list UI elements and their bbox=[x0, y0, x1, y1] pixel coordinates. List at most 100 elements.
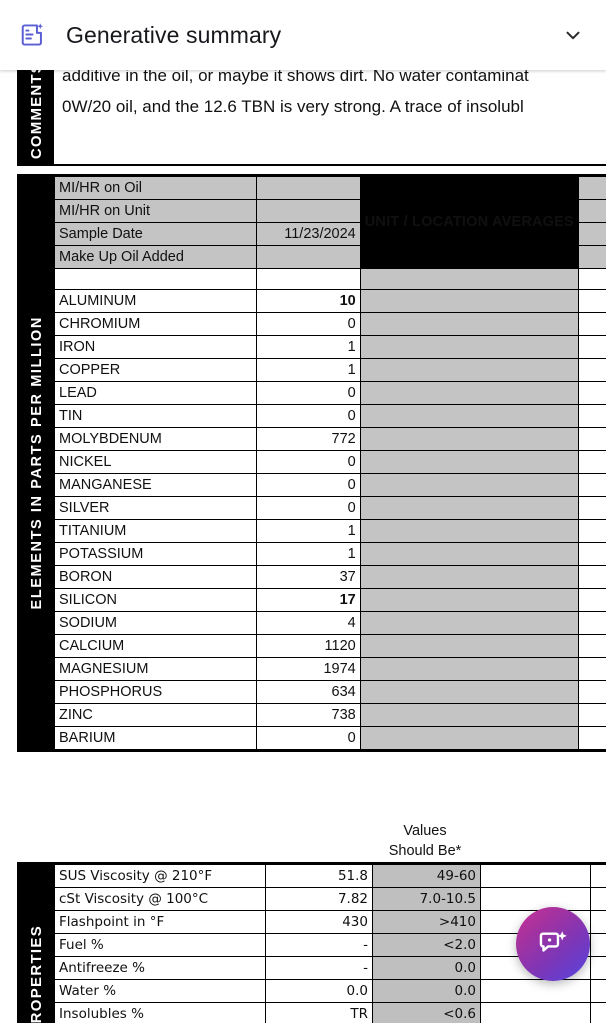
cell-extra-2 bbox=[590, 864, 606, 888]
cell-label: TIN bbox=[54, 404, 257, 428]
cell-value: 738 bbox=[255, 703, 361, 727]
cell-extra-1 bbox=[577, 335, 606, 359]
cell-value: 11/23/2024 bbox=[255, 222, 361, 246]
table-row[interactable]: COPPER 1 bbox=[54, 358, 606, 382]
table-row[interactable]: SILICON 17 bbox=[54, 588, 606, 612]
table-row[interactable]: MOLYBDENUM 772 bbox=[54, 427, 606, 451]
cell-unit-average bbox=[359, 519, 579, 543]
cell-value: 1 bbox=[255, 542, 361, 566]
cell-label: CALCIUM bbox=[54, 634, 257, 658]
generative-chat-fab[interactable] bbox=[516, 907, 590, 981]
comments-text: additive in the oil, or maybe it shows d… bbox=[54, 70, 606, 164]
table-row[interactable]: Water % 0.0 0.0 bbox=[54, 979, 606, 1003]
table-row[interactable]: SILVER 0 bbox=[54, 496, 606, 520]
cell-unit-average bbox=[359, 312, 579, 336]
app-root: Generative summary COMMENTS additive in … bbox=[0, 0, 606, 1023]
cell-label: MI/HR on Unit bbox=[54, 199, 257, 223]
cell-extra-1 bbox=[480, 979, 591, 1003]
cell-label: Antifreeze % bbox=[54, 956, 266, 980]
cell-extra-2 bbox=[590, 979, 606, 1003]
cell-label: CHROMIUM bbox=[54, 312, 257, 336]
cell-value: 51.8 bbox=[265, 864, 373, 888]
cell-extra-1 bbox=[577, 496, 606, 520]
cell-should-be: 0.0 bbox=[372, 956, 481, 980]
cell-value: 0.0 bbox=[265, 979, 373, 1003]
cell-value: 772 bbox=[255, 427, 361, 451]
cell-should-be: <0.6 bbox=[372, 1002, 481, 1023]
cell-extra-1 bbox=[577, 565, 606, 589]
table-row[interactable]: MANGANESE 0 bbox=[54, 473, 606, 497]
cell-label: LEAD bbox=[54, 381, 257, 405]
cell-extra-1 bbox=[577, 245, 606, 269]
cell-label: Make Up Oil Added bbox=[54, 245, 257, 269]
cell-value bbox=[255, 176, 361, 200]
table-row[interactable]: SUS Viscosity @ 210°F 51.8 49-60 bbox=[54, 864, 606, 888]
table-row[interactable]: SODIUM 4 bbox=[54, 611, 606, 635]
table-row[interactable]: CHROMIUM 0 bbox=[54, 312, 606, 336]
cell-value: 7.82 bbox=[265, 887, 373, 911]
table-row[interactable]: LEAD 0 bbox=[54, 381, 606, 405]
table-row[interactable]: BARIUM 0 bbox=[54, 726, 606, 750]
cell-unit-average bbox=[359, 611, 579, 635]
elements-table: MI/HR on Oil UNIT / LOCATION AVERAGES MI… bbox=[54, 176, 606, 750]
chevron-down-icon[interactable] bbox=[558, 20, 588, 50]
cell-label: BARIUM bbox=[54, 726, 257, 750]
table-row[interactable]: BORON 37 bbox=[54, 565, 606, 589]
table-row[interactable]: TIN 0 bbox=[54, 404, 606, 428]
cell-unit-average bbox=[359, 657, 579, 681]
cell-label: SUS Viscosity @ 210°F bbox=[54, 864, 266, 888]
cell-extra-1 bbox=[480, 864, 591, 888]
cell-extra-1 bbox=[577, 657, 606, 681]
cell-value: 634 bbox=[255, 680, 361, 704]
table-row[interactable]: ZINC 738 bbox=[54, 703, 606, 727]
generative-summary-header[interactable]: Generative summary bbox=[0, 0, 606, 70]
chat-sparkle-icon bbox=[539, 931, 567, 952]
values-should-be-header: Values Should Be* bbox=[370, 821, 480, 861]
cell-value: 4 bbox=[255, 611, 361, 635]
table-row[interactable]: cSt Viscosity @ 100°C 7.82 7.0-10.5 bbox=[54, 887, 606, 911]
cell-label: SILVER bbox=[54, 496, 257, 520]
table-row[interactable]: MI/HR on Oil UNIT / LOCATION AVERAGES bbox=[54, 176, 606, 269]
table-row[interactable]: ALUMINUM 10 bbox=[54, 289, 606, 313]
table-row[interactable]: TITANIUM 1 bbox=[54, 519, 606, 543]
comments-vertical-label-text: COMMENTS bbox=[28, 70, 45, 160]
properties-vertical-label: PROPERTIES bbox=[19, 864, 54, 1023]
cell-label: ZINC bbox=[54, 703, 257, 727]
cell-value: 1 bbox=[255, 358, 361, 382]
table-row[interactable]: PHOSPHORUS 634 bbox=[54, 680, 606, 704]
table-row[interactable]: POTASSIUM 1 bbox=[54, 542, 606, 566]
cell-label: SODIUM bbox=[54, 611, 257, 635]
cell-label: Insolubles % bbox=[54, 1002, 266, 1023]
cell-extra-1 bbox=[577, 450, 606, 474]
table-row[interactable]: IRON 1 bbox=[54, 335, 606, 359]
elements-vertical-label-text: ELEMENTS IN PARTS PER MILLION bbox=[28, 316, 45, 610]
cell-extra-1 bbox=[577, 611, 606, 635]
cell-label: IRON bbox=[54, 335, 257, 359]
cell-extra-1 bbox=[577, 222, 606, 246]
unit-location-averages-header: UNIT / LOCATION AVERAGES bbox=[359, 176, 579, 269]
cell-unit-average bbox=[359, 634, 579, 658]
cell-extra-1 bbox=[577, 381, 606, 405]
cell-label: MI/HR on Oil bbox=[54, 176, 257, 200]
cell-unit-average bbox=[359, 358, 579, 382]
cell-value: 1974 bbox=[255, 657, 361, 681]
cell-unit-average bbox=[359, 565, 579, 589]
cell-label: Flashpoint in °F bbox=[54, 910, 266, 934]
cell-value: 17 bbox=[255, 588, 361, 612]
comments-block: COMMENTS additive in the oil, or maybe i… bbox=[17, 70, 606, 166]
cell-extra-1 bbox=[577, 427, 606, 451]
cell-extra-1 bbox=[577, 588, 606, 612]
table-row[interactable]: NICKEL 0 bbox=[54, 450, 606, 474]
table-row[interactable]: CALCIUM 1120 bbox=[54, 634, 606, 658]
cell-value: 0 bbox=[255, 404, 361, 428]
cell-extra-1 bbox=[577, 176, 606, 200]
cell-value bbox=[255, 199, 361, 223]
cell-blank bbox=[577, 268, 606, 290]
table-row[interactable]: MAGNESIUM 1974 bbox=[54, 657, 606, 681]
report-sheet-scroll[interactable]: COMMENTS additive in the oil, or maybe i… bbox=[0, 70, 606, 1023]
table-row[interactable]: Insolubles % TR <0.6 bbox=[54, 1002, 606, 1023]
cell-unit-average bbox=[359, 404, 579, 428]
cell-label: TITANIUM bbox=[54, 519, 257, 543]
cell-extra-1 bbox=[577, 358, 606, 382]
cell-should-be: 7.0-10.5 bbox=[372, 887, 481, 911]
